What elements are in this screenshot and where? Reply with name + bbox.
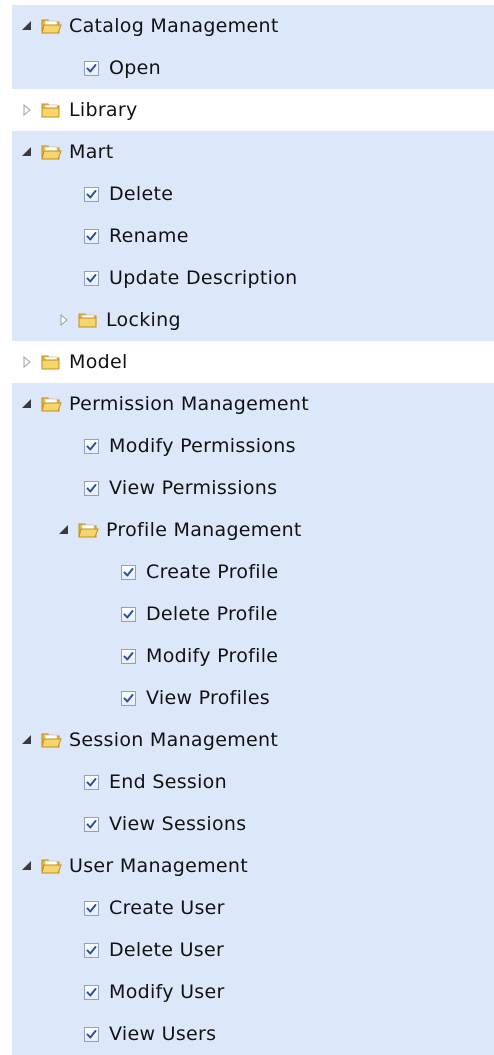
tree-check-row[interactable]: Modify User	[12, 971, 494, 1013]
tree-folder-row[interactable]: Permission Management	[12, 383, 494, 425]
checkbox-checked-icon[interactable]	[121, 606, 136, 622]
tree-folder-row[interactable]: Model	[0, 341, 494, 383]
tree-check-row[interactable]: View Sessions	[12, 803, 494, 845]
tree-node-label[interactable]: Open	[109, 57, 161, 79]
checkbox-checked-icon[interactable]	[84, 984, 99, 1000]
checkbox-checked-icon[interactable]	[84, 270, 99, 286]
expanded-arrow-icon[interactable]	[20, 397, 34, 411]
tree-check-row[interactable]: Rename	[12, 215, 494, 257]
collapsed-arrow-icon[interactable]	[20, 355, 34, 369]
tree-folder-row[interactable]: Profile Management	[12, 509, 494, 551]
checkbox-checked-icon[interactable]	[84, 816, 99, 832]
expanded-arrow-icon[interactable]	[20, 145, 34, 159]
folder-icon	[77, 310, 99, 330]
permission-tree: Catalog Management Open Library Mart Delete R…	[0, 5, 494, 1055]
collapsed-arrow-icon[interactable]	[20, 103, 34, 117]
tree-node-label[interactable]: Modify Profile	[146, 645, 278, 667]
tree-check-row[interactable]: Update Description	[12, 257, 494, 299]
tree-check-row[interactable]: Delete Profile	[12, 593, 494, 635]
tree-node-label[interactable]: Delete	[109, 183, 173, 205]
folder-icon	[77, 520, 99, 540]
tree-node-label[interactable]: View Users	[109, 1023, 216, 1045]
tree-node-label[interactable]: Locking	[106, 309, 181, 331]
expanded-arrow-icon[interactable]	[20, 19, 34, 33]
folder-icon	[40, 16, 62, 36]
tree-node-label[interactable]: Catalog Management	[69, 15, 279, 37]
tree-check-row[interactable]: View Users	[12, 1013, 494, 1055]
tree-check-row[interactable]: Create User	[12, 887, 494, 929]
tree-node-label[interactable]: Update Description	[109, 267, 297, 289]
checkbox-checked-icon[interactable]	[84, 942, 99, 958]
tree-node-label[interactable]: Create User	[109, 897, 225, 919]
checkbox-checked-icon[interactable]	[84, 228, 99, 244]
tree-folder-row[interactable]: Session Management	[12, 719, 494, 761]
tree-folder-row[interactable]: Mart	[12, 131, 494, 173]
checkbox-checked-icon[interactable]	[84, 186, 99, 202]
folder-icon	[40, 856, 62, 876]
checkbox-checked-icon[interactable]	[84, 1026, 99, 1042]
checkbox-checked-icon[interactable]	[121, 564, 136, 580]
tree-check-row[interactable]: Modify Profile	[12, 635, 494, 677]
checkbox-checked-icon[interactable]	[121, 690, 136, 706]
folder-icon	[40, 352, 62, 372]
tree-folder-row[interactable]: Library	[0, 89, 494, 131]
tree-check-row[interactable]: View Permissions	[12, 467, 494, 509]
tree-node-label[interactable]: Modify Permissions	[109, 435, 296, 457]
tree-node-label[interactable]: Delete User	[109, 939, 224, 961]
tree-check-row[interactable]: Delete User	[12, 929, 494, 971]
folder-icon	[40, 730, 62, 750]
tree-node-label[interactable]: User Management	[69, 855, 248, 877]
tree-node-label[interactable]: Model	[69, 351, 128, 373]
checkbox-checked-icon[interactable]	[84, 900, 99, 916]
tree-folder-row[interactable]: User Management	[12, 845, 494, 887]
checkbox-checked-icon[interactable]	[84, 60, 99, 76]
tree-node-label[interactable]: Modify User	[109, 981, 225, 1003]
tree-node-label[interactable]: Permission Management	[69, 393, 309, 415]
tree-check-row[interactable]: View Profiles	[12, 677, 494, 719]
tree-node-label[interactable]: Session Management	[69, 729, 278, 751]
tree-folder-row[interactable]: Catalog Management	[12, 5, 494, 47]
tree-node-label[interactable]: View Permissions	[109, 477, 277, 499]
tree-check-row[interactable]: Delete	[12, 173, 494, 215]
tree-folder-row[interactable]: Locking	[12, 299, 494, 341]
checkbox-checked-icon[interactable]	[84, 480, 99, 496]
tree-node-label[interactable]: Create Profile	[146, 561, 278, 583]
tree-node-label[interactable]: Library	[69, 99, 138, 121]
tree-node-label[interactable]: View Profiles	[146, 687, 270, 709]
expanded-arrow-icon[interactable]	[57, 523, 71, 537]
expanded-arrow-icon[interactable]	[20, 859, 34, 873]
folder-icon	[40, 394, 62, 414]
tree-check-row[interactable]: Create Profile	[12, 551, 494, 593]
tree-node-label[interactable]: Rename	[109, 225, 189, 247]
tree-node-label[interactable]: End Session	[109, 771, 227, 793]
tree-node-label[interactable]: View Sessions	[109, 813, 246, 835]
tree-node-label[interactable]: Profile Management	[106, 519, 302, 541]
expanded-arrow-icon[interactable]	[20, 733, 34, 747]
tree-check-row[interactable]: End Session	[12, 761, 494, 803]
tree-check-row[interactable]: Modify Permissions	[12, 425, 494, 467]
folder-icon	[40, 142, 62, 162]
checkbox-checked-icon[interactable]	[84, 438, 99, 454]
tree-check-row[interactable]: Open	[12, 47, 494, 89]
checkbox-checked-icon[interactable]	[84, 774, 99, 790]
tree-node-label[interactable]: Mart	[69, 141, 114, 163]
checkbox-checked-icon[interactable]	[121, 648, 136, 664]
collapsed-arrow-icon[interactable]	[57, 313, 71, 327]
folder-icon	[40, 100, 62, 120]
tree-node-label[interactable]: Delete Profile	[146, 603, 278, 625]
